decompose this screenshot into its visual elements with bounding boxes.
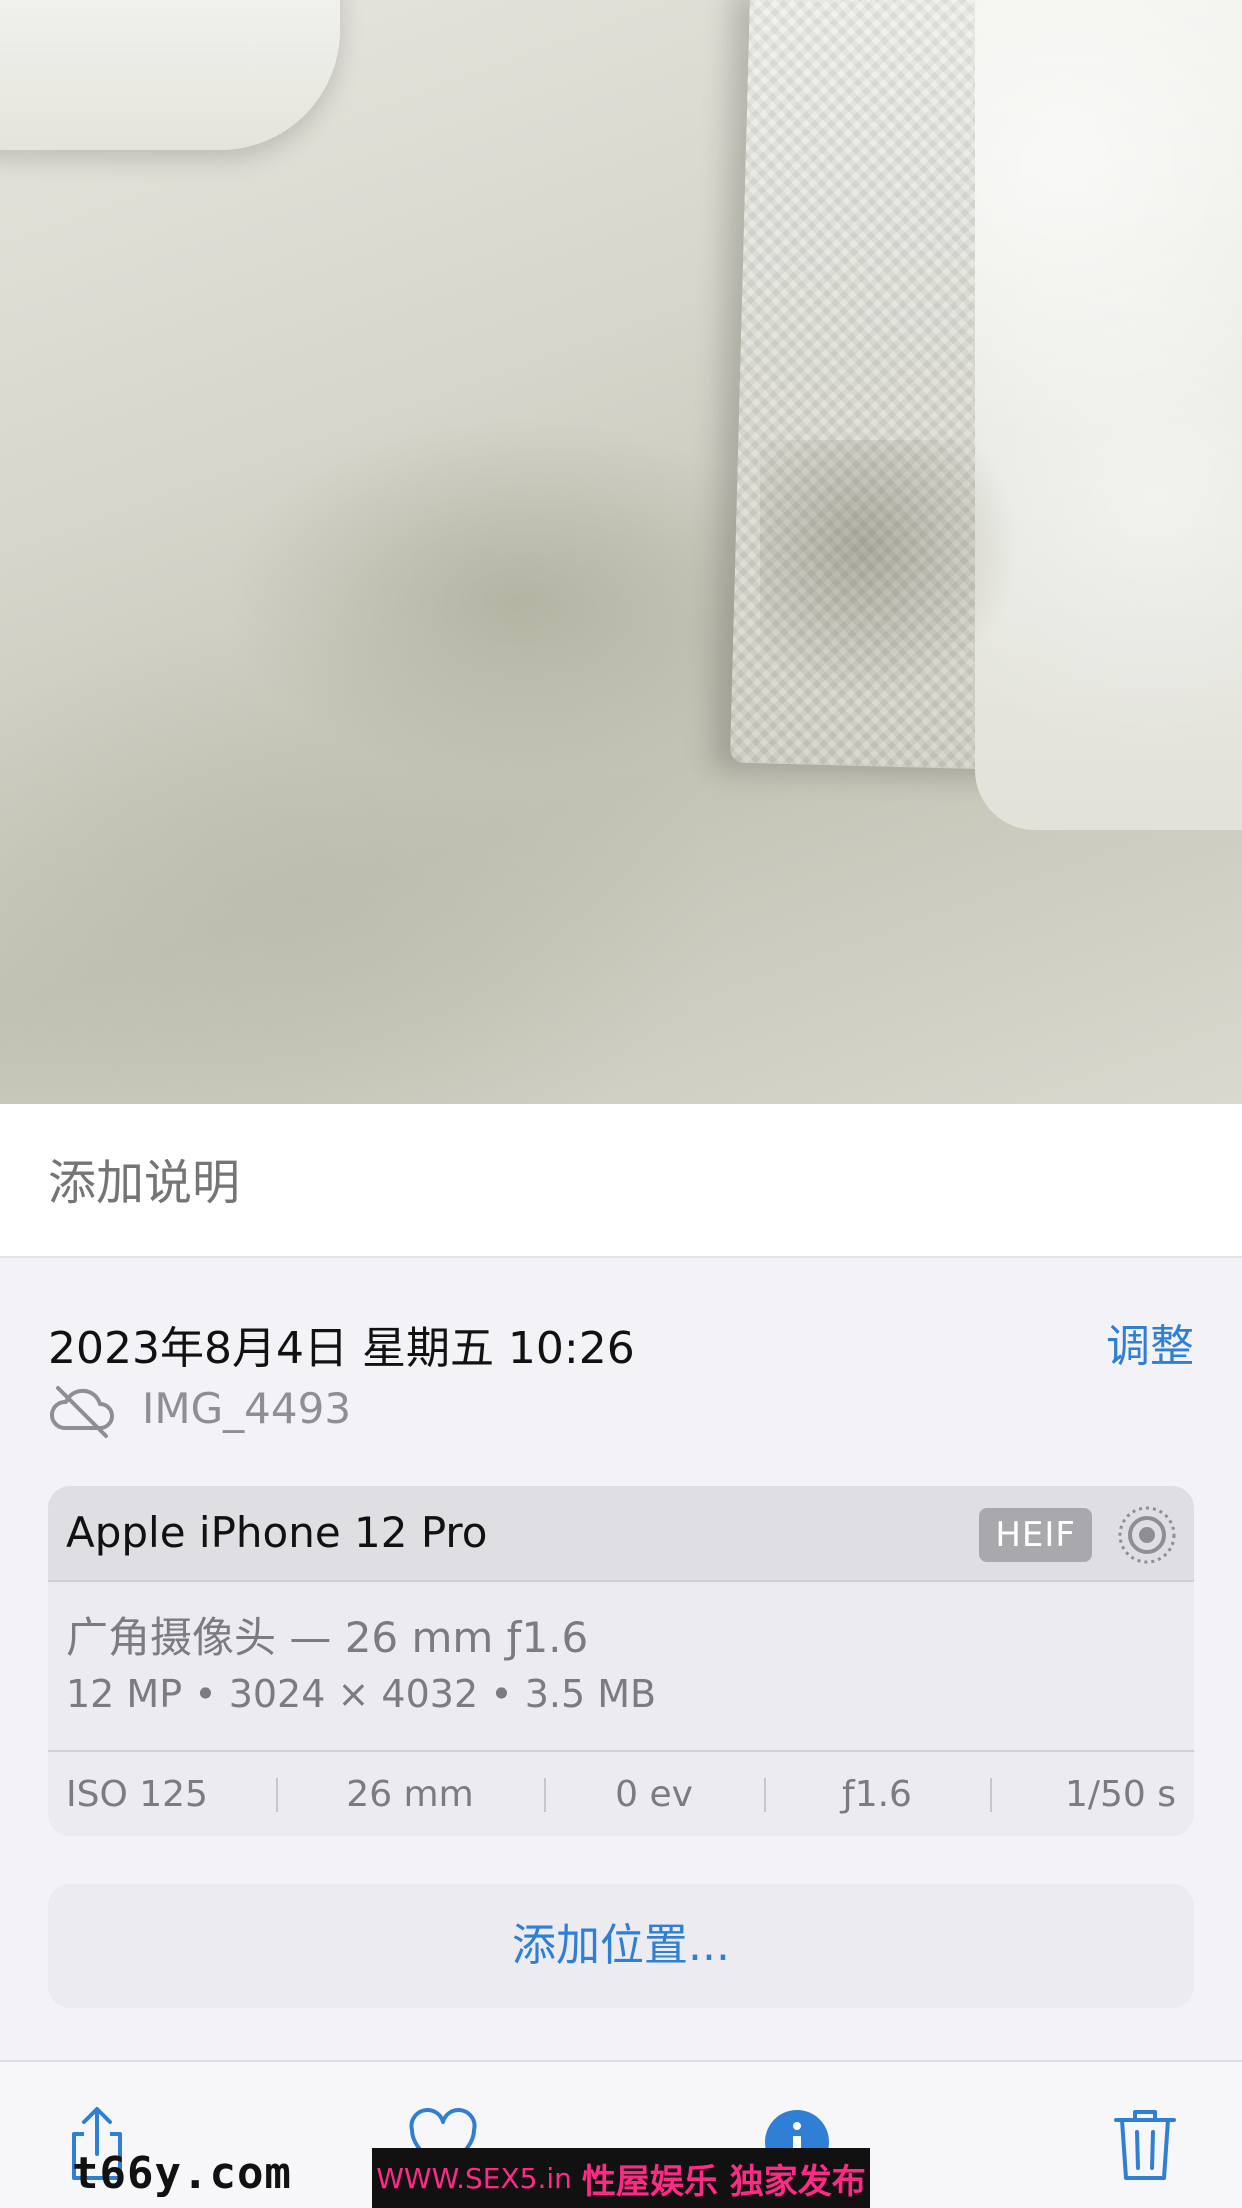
photo-shadow xyxy=(760,440,1020,700)
watermark-url: WWW.SEX5.in xyxy=(376,2161,572,2195)
photo-datetime: 2023年8月4日 星期五 10:26 xyxy=(48,1323,635,1374)
photo-towel-fluffy xyxy=(975,0,1242,830)
cloud-off-icon xyxy=(50,1386,114,1438)
watermark-text: 性屋娱乐 独家发布 xyxy=(581,2161,866,2202)
exif-exposure-bias: 0 ev xyxy=(544,1774,764,1815)
exif-focal-length: 26 mm xyxy=(276,1774,544,1815)
exif-row: ISO 125 26 mm 0 ev ƒ1.6 1/50 s xyxy=(48,1750,1194,1836)
watermark-banner: WWW.SEX5.in 性屋娱乐 独家发布 xyxy=(372,2148,870,2208)
photo-viewer[interactable] xyxy=(0,0,1242,1104)
camera-card-header: Apple iPhone 12 Pro HEIF xyxy=(48,1486,1194,1582)
caption-input[interactable] xyxy=(48,1148,1188,1218)
photo-sheet-fold xyxy=(0,0,340,150)
watermark-left: t66y.com xyxy=(72,2148,292,2199)
adjust-button[interactable]: 调整 xyxy=(1106,1310,1194,1374)
add-location-button[interactable]: 添加位置... xyxy=(48,1884,1194,2008)
format-badge: HEIF xyxy=(979,1508,1092,1562)
device-name: Apple iPhone 12 Pro xyxy=(66,1508,488,1557)
caption-area xyxy=(0,1104,1242,1258)
trash-icon[interactable] xyxy=(1110,2104,1180,2184)
live-photo-icon[interactable] xyxy=(1116,1504,1178,1566)
lens-info: 广角摄像头 — 26 mm ƒ1.6 xyxy=(66,1613,589,1662)
file-name: IMG_4493 xyxy=(142,1384,352,1433)
camera-info-card: Apple iPhone 12 Pro HEIF 广角摄像头 — 26 mm ƒ… xyxy=(48,1486,1194,1836)
exif-iso: ISO 125 xyxy=(66,1773,208,1815)
exif-aperture: ƒ1.6 xyxy=(764,1774,990,1815)
image-specs: 12 MP • 3024 × 4032 • 3.5 MB xyxy=(66,1672,657,1716)
exif-shutter: 1/50 s xyxy=(990,1774,1194,1815)
